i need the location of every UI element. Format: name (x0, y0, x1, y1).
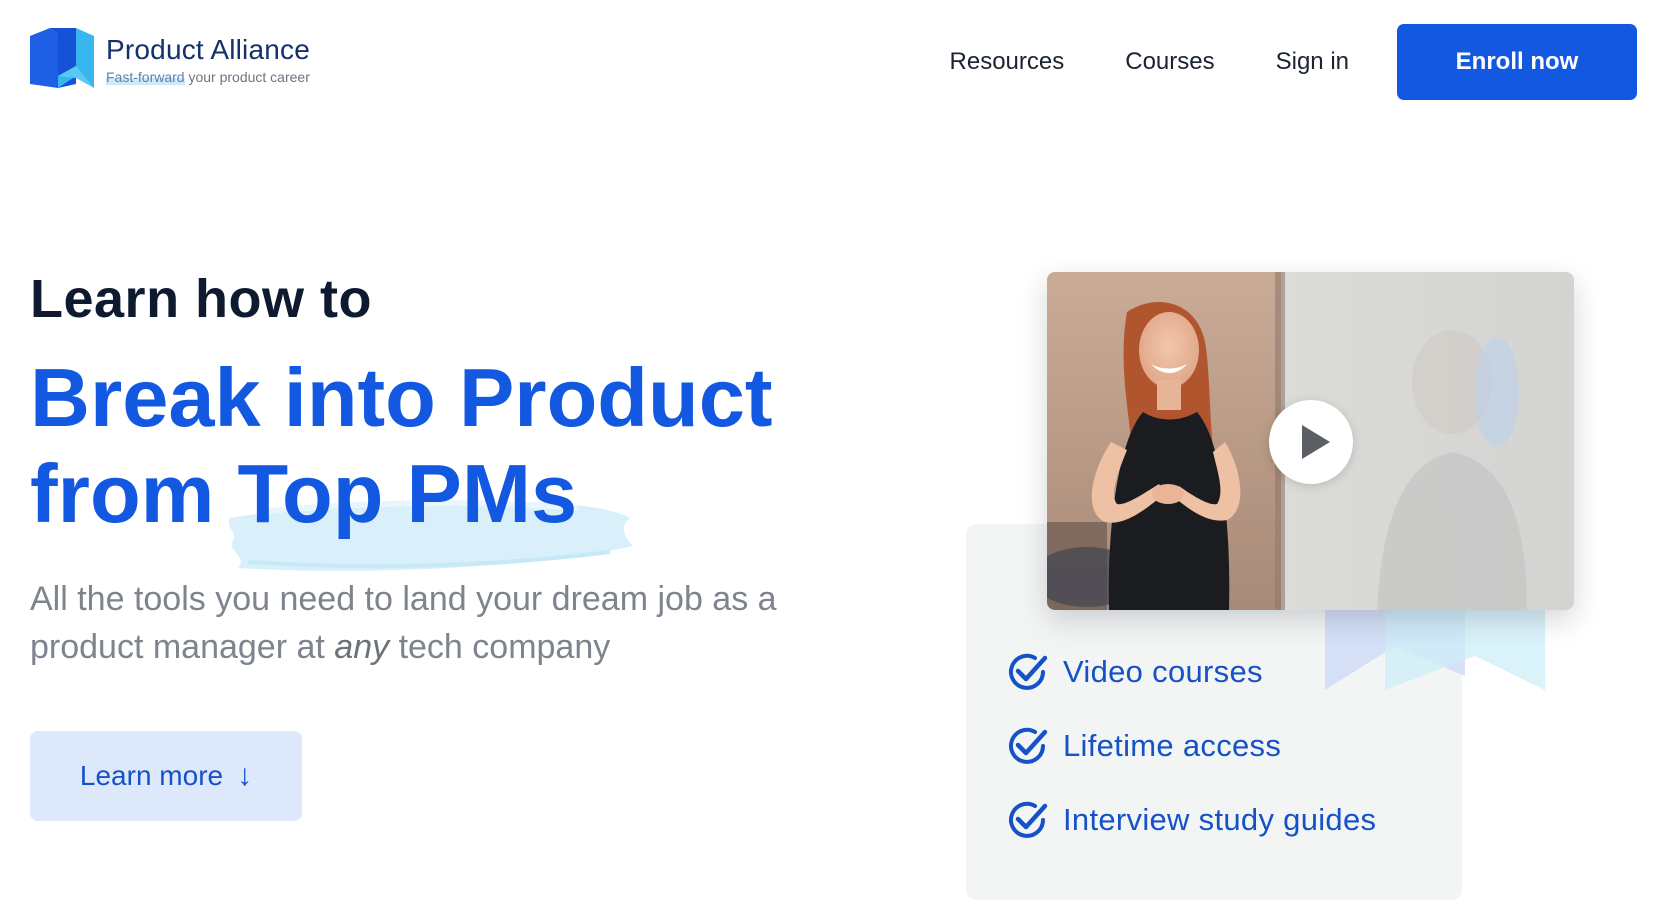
nav-sign-in-link[interactable]: Sign in (1276, 48, 1349, 76)
brand-name: Product Alliance (106, 34, 310, 65)
intro-video[interactable] (1047, 272, 1574, 610)
ribbon-decoration (1325, 606, 1545, 690)
nav-resources-link[interactable]: Resources (950, 48, 1065, 76)
arrow-down-icon: ↓ (237, 759, 253, 792)
learn-more-label: Learn more (79, 760, 224, 791)
feature-interview-study-guides: Interview study guides (1005, 798, 1376, 842)
hero-kicker: Learn how to (30, 269, 372, 329)
nav-courses-link[interactable]: Courses (1125, 48, 1214, 76)
feature-video-courses: Video courses (1005, 650, 1263, 694)
play-icon (1302, 425, 1330, 459)
hero-title-line-1: Break into Product (30, 351, 773, 444)
brand-logo-link[interactable]: Product Alliance Fast-forward your produ… (30, 26, 310, 92)
feature-label: Lifetime access (1063, 728, 1282, 763)
hero-title-line-2: from Top PMs (30, 446, 850, 571)
main-nav: Resources Courses Sign in Enroll now (950, 24, 1637, 100)
brand-tagline: Fast-forward your product career (106, 68, 310, 86)
feature-label: Interview study guides (1063, 802, 1377, 837)
product-alliance-logo-icon (30, 28, 94, 88)
site-header: Product Alliance Fast-forward your produ… (0, 0, 1653, 122)
feature-label: Video courses (1063, 654, 1263, 689)
check-circle-icon (1009, 801, 1048, 838)
feature-lifetime-access: Lifetime access (1005, 724, 1281, 768)
learn-more-button[interactable]: Learn more ↓ (30, 731, 302, 821)
hero-title-from: from (30, 447, 238, 540)
brand-tagline-rest: your product career (184, 69, 310, 85)
hero-subtitle: All the tools you need to land your drea… (30, 580, 777, 666)
play-button[interactable] (1269, 400, 1353, 484)
check-circle-icon (1009, 727, 1048, 764)
check-circle-icon (1009, 653, 1048, 690)
brand-tagline-highlight: Fast-forward (106, 69, 185, 85)
hero-title-top-pms: Top PMs (237, 447, 578, 540)
enroll-now-button[interactable]: Enroll now (1397, 24, 1637, 100)
hero-subtitle-emphasis: any (334, 628, 390, 666)
hero-title: Break into Product from Top PMs (30, 350, 850, 571)
